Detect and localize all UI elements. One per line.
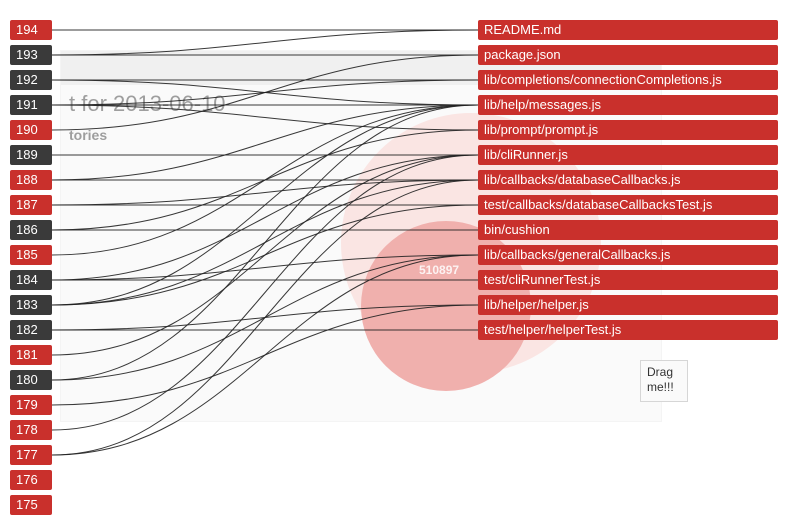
- right-column: README.md package.json lib/completions/con…: [478, 20, 778, 345]
- link: [52, 305, 478, 330]
- link: [52, 105, 478, 380]
- file-node[interactable]: test/helper/helperTest.js: [478, 320, 778, 340]
- background-title: t for 2013-06-10: [69, 91, 226, 117]
- commit-node-180[interactable]: 180: [10, 370, 52, 390]
- link: [52, 305, 478, 405]
- commit-node-181[interactable]: 181: [10, 345, 52, 365]
- link: [52, 105, 478, 180]
- commit-node-177[interactable]: 177: [10, 445, 52, 465]
- file-node[interactable]: lib/callbacks/databaseCallbacks.js: [478, 170, 778, 190]
- link: [52, 155, 478, 355]
- link: [52, 55, 478, 130]
- background-bubble-label: 510897: [419, 263, 459, 277]
- link: [52, 30, 478, 55]
- commit-node-192[interactable]: 192: [10, 70, 52, 90]
- commit-node-193[interactable]: 193: [10, 45, 52, 65]
- commit-node-188[interactable]: 188: [10, 170, 52, 190]
- file-node[interactable]: package.json: [478, 45, 778, 65]
- file-node[interactable]: lib/help/messages.js: [478, 95, 778, 115]
- left-column: 194 193 192 191 190 189 188 187 186 185 184 183 182 1…: [10, 20, 52, 520]
- drag-handle[interactable]: Drag me!!!: [640, 360, 688, 402]
- commit-node-184[interactable]: 184: [10, 270, 52, 290]
- file-node[interactable]: lib/cliRunner.js: [478, 145, 778, 165]
- file-node[interactable]: test/callbacks/databaseCallbacksTest.js: [478, 195, 778, 215]
- link: [52, 180, 478, 205]
- commit-node-190[interactable]: 190: [10, 120, 52, 140]
- link: [52, 205, 478, 305]
- link: [52, 255, 478, 280]
- commit-node-182[interactable]: 182: [10, 320, 52, 340]
- commit-node-178[interactable]: 178: [10, 420, 52, 440]
- link: [52, 105, 478, 305]
- link: [52, 180, 478, 305]
- commit-node-176[interactable]: 176: [10, 470, 52, 490]
- file-node[interactable]: lib/callbacks/generalCallbacks.js: [478, 245, 778, 265]
- file-node[interactable]: lib/completions/connectionCompletions.js: [478, 70, 778, 90]
- file-node[interactable]: lib/prompt/prompt.js: [478, 120, 778, 140]
- link: [52, 105, 478, 130]
- link: [52, 255, 478, 455]
- commit-node-179[interactable]: 179: [10, 395, 52, 415]
- commit-node-175[interactable]: 175: [10, 495, 52, 515]
- commit-node-187[interactable]: 187: [10, 195, 52, 215]
- link: [52, 105, 478, 255]
- link: [52, 180, 478, 455]
- commit-node-185[interactable]: 185: [10, 245, 52, 265]
- link: [52, 80, 478, 105]
- commit-node-189[interactable]: 189: [10, 145, 52, 165]
- file-node[interactable]: README.md: [478, 20, 778, 40]
- commit-node-183[interactable]: 183: [10, 295, 52, 315]
- link: [52, 130, 478, 230]
- link: [52, 155, 478, 430]
- commit-node-191[interactable]: 191: [10, 95, 52, 115]
- link: [52, 155, 478, 280]
- link: [52, 255, 478, 380]
- commit-node-186[interactable]: 186: [10, 220, 52, 240]
- commit-node-194[interactable]: 194: [10, 20, 52, 40]
- file-node[interactable]: test/cliRunnerTest.js: [478, 270, 778, 290]
- file-node[interactable]: bin/cushion: [478, 220, 778, 240]
- link: [52, 80, 478, 105]
- background-subtitle: tories: [69, 127, 107, 143]
- file-node[interactable]: lib/helper/helper.js: [478, 295, 778, 315]
